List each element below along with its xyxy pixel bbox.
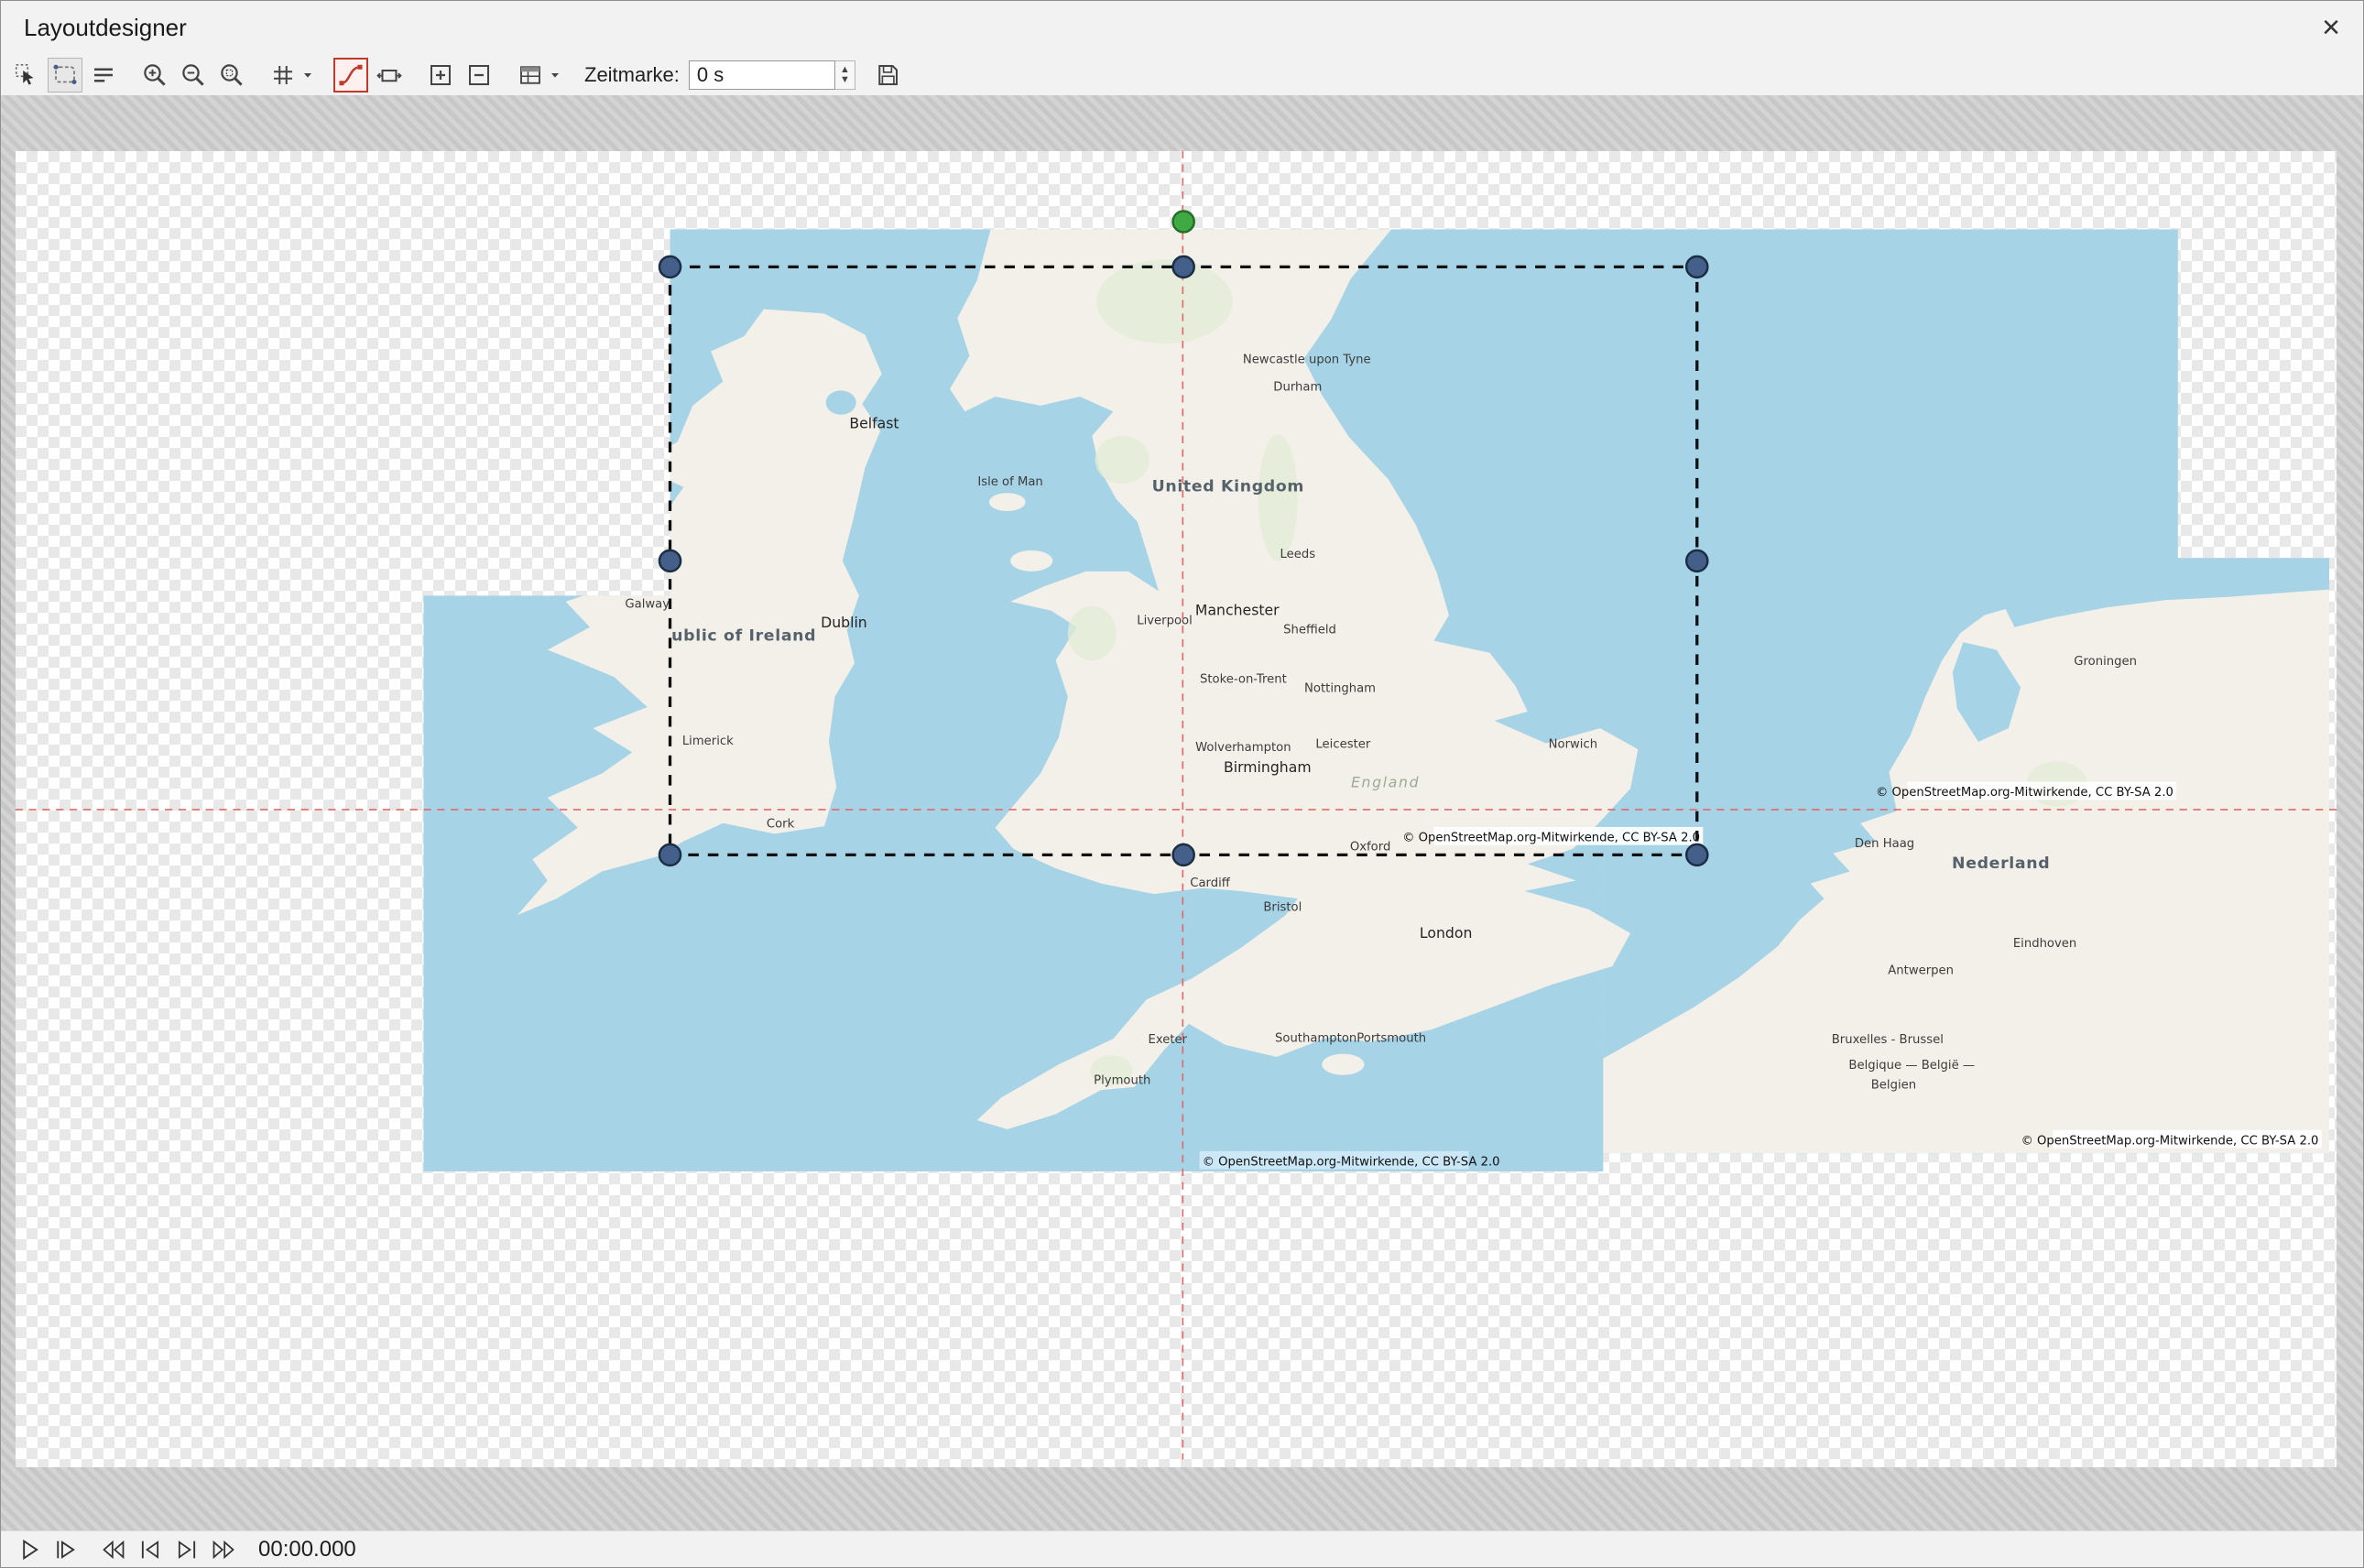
zoom-out-tool-button[interactable] [176, 58, 211, 93]
fast-forward-button[interactable] [205, 1533, 242, 1566]
spinner-down-icon[interactable]: ▼ [840, 75, 850, 85]
zoom-selection-icon [218, 61, 245, 89]
zeitmarke-label: Zeitmarke: [584, 63, 680, 87]
save-floppy-icon [874, 61, 901, 89]
close-icon[interactable]: × [2322, 12, 2340, 43]
grid-icon [269, 61, 297, 89]
step-forward-button[interactable] [169, 1533, 205, 1566]
curve-tool-button[interactable] [333, 58, 368, 93]
remove-button[interactable] [462, 58, 496, 93]
properties-table-icon [517, 61, 544, 89]
playback-bar: 00:00.000 [0, 1530, 2364, 1568]
layer-list-tool-button[interactable] [86, 58, 121, 93]
properties-tool-button[interactable] [513, 58, 548, 93]
zoom-in-icon [141, 61, 169, 89]
stage-background [0, 95, 2364, 1530]
zoom-out-icon [180, 61, 207, 89]
minus-icon [465, 61, 493, 89]
camera-track-tool-button[interactable] [372, 58, 407, 93]
camera-track-icon [376, 61, 403, 89]
node-select-icon [51, 61, 79, 89]
rewind-button[interactable] [95, 1533, 132, 1566]
zoom-selection-tool-button[interactable] [214, 58, 249, 93]
main-toolbar: Zeitmarke: ▲ ▼ [0, 55, 2364, 95]
play-from-mark-button[interactable] [48, 1533, 84, 1566]
rewind-icon [101, 1537, 126, 1563]
fast-forward-icon [211, 1537, 236, 1563]
chevron-down-icon [300, 68, 315, 82]
zoom-in-tool-button[interactable] [137, 58, 172, 93]
curve-icon [337, 61, 365, 89]
grid-menu-button[interactable] [299, 58, 317, 93]
properties-menu-button[interactable] [546, 58, 564, 93]
step-forward-icon [174, 1537, 200, 1563]
layout-canvas[interactable] [16, 151, 2337, 1467]
zeitmarke-input[interactable] [689, 60, 835, 90]
add-button[interactable] [423, 58, 458, 93]
step-back-button[interactable] [132, 1533, 169, 1566]
chevron-down-icon [548, 68, 562, 82]
window-titlebar: Layoutdesigner × [0, 0, 2364, 55]
window-title: Layoutdesigner [24, 14, 187, 42]
time-display: 00:00.000 [258, 1537, 356, 1563]
step-back-icon [137, 1537, 163, 1563]
zeitmarke-spinner[interactable]: ▲ ▼ [835, 60, 855, 90]
play-from-mark-icon [53, 1537, 79, 1563]
grid-tool-button[interactable] [266, 58, 300, 93]
node-select-tool-button[interactable] [48, 58, 82, 93]
play-button[interactable] [11, 1533, 48, 1566]
cursor-select-icon [13, 61, 40, 89]
select-tool-button[interactable] [9, 58, 44, 93]
save-button[interactable] [870, 58, 905, 93]
plus-icon [427, 61, 454, 89]
layer-list-icon [90, 61, 117, 89]
play-icon [16, 1537, 42, 1563]
